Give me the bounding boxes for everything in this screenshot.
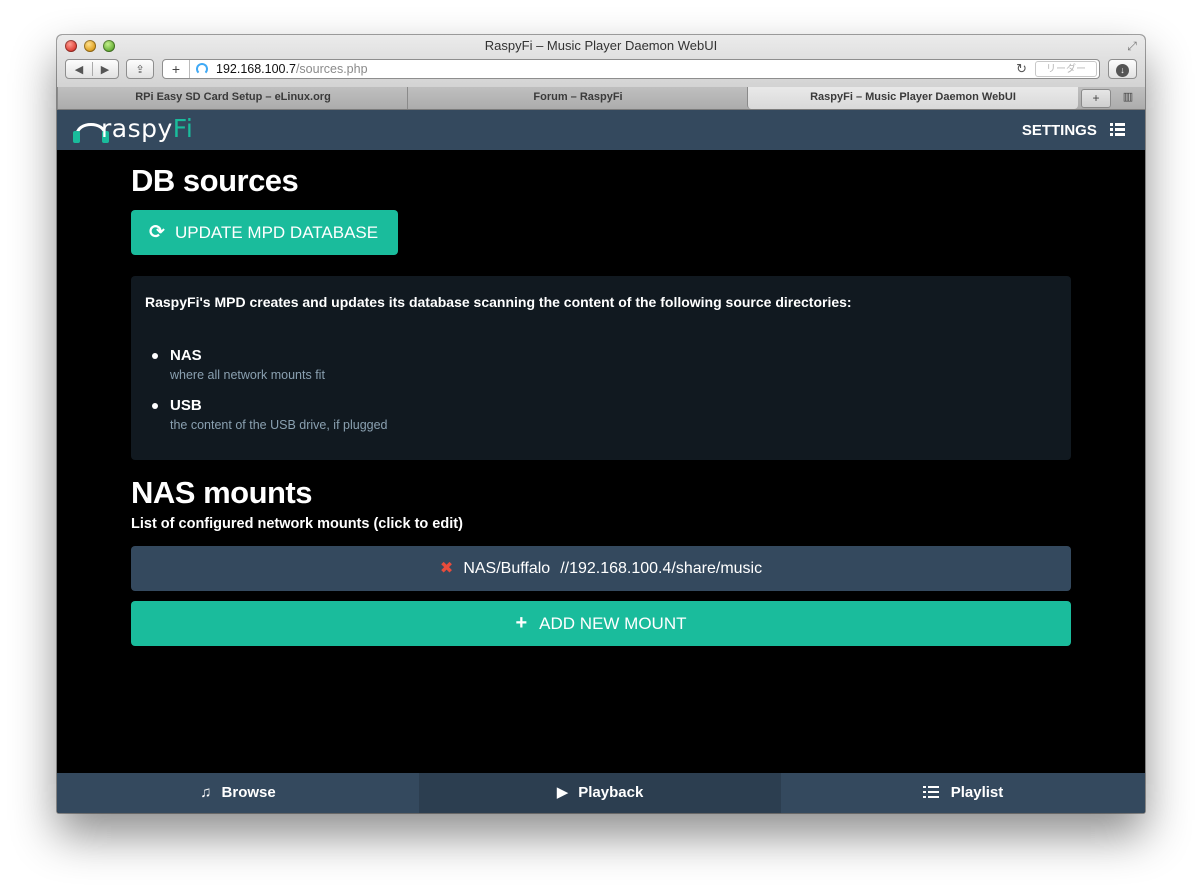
window-title: RaspyFi – Music Player Daemon WebUI bbox=[484, 38, 718, 53]
source-description: the content of the USB drive, if plugged bbox=[170, 418, 388, 432]
mount-name: NAS/Buffalo bbox=[463, 560, 551, 577]
delete-mount-icon[interactable]: ✖ bbox=[440, 560, 453, 577]
list-icon bbox=[922, 786, 939, 798]
source-name: NAS bbox=[170, 347, 202, 364]
play-icon: ▶ bbox=[556, 784, 569, 801]
footer-nav: ♫ Browse ▶ Playback Playlist bbox=[57, 773, 1145, 813]
tab-browse[interactable]: ♫ Browse bbox=[57, 773, 419, 813]
update-database-label: UPDATE MPD DATABASE bbox=[175, 223, 379, 242]
tab-overview-icon[interactable]: ▥ bbox=[1115, 89, 1141, 106]
source-item-usb: USB the content of the USB drive, if plu… bbox=[152, 397, 388, 432]
browser-tabbar: RPi Easy SD Card Setup – eLinux.org Foru… bbox=[57, 87, 1145, 110]
menu-list-icon bbox=[1110, 123, 1125, 136]
address-url[interactable]: 192.168.100.7/sources.php bbox=[216, 62, 368, 77]
source-name: USB bbox=[170, 397, 202, 414]
back-forward-group: ◀ ▶ bbox=[65, 59, 119, 79]
new-tab-button[interactable]: + bbox=[1081, 89, 1111, 108]
music-note-icon: ♫ bbox=[200, 784, 212, 801]
app-header: raspyFi SETTINGS bbox=[57, 110, 1145, 150]
tab-playback-label: Playback bbox=[578, 784, 644, 801]
info-intro-text: RaspyFi's MPD creates and updates its da… bbox=[145, 294, 852, 310]
browser-tab[interactable]: RPi Easy SD Card Setup – eLinux.org bbox=[57, 87, 408, 109]
source-item-nas: NAS where all network mounts fit bbox=[152, 347, 325, 382]
bullet-icon bbox=[152, 403, 158, 409]
settings-label: SETTINGS bbox=[1021, 122, 1097, 139]
logo-text[interactable]: raspyFi bbox=[101, 114, 193, 143]
sources-info-box: RaspyFi's MPD creates and updates its da… bbox=[131, 276, 1071, 460]
reload-icon[interactable]: ↻ bbox=[1016, 61, 1027, 77]
download-icon: ↓ bbox=[1116, 64, 1129, 77]
settings-menu-button[interactable]: SETTINGS bbox=[1022, 122, 1125, 139]
main-content: DB sources ⟳ UPDATE MPD DATABASE RaspyFi… bbox=[57, 150, 1145, 773]
tab-browse-label: Browse bbox=[221, 784, 276, 801]
address-host: 192.168.100.7 bbox=[216, 62, 296, 76]
page-title: DB sources bbox=[131, 163, 299, 198]
address-bar[interactable]: + 192.168.100.7/sources.php ↻ リーダー bbox=[162, 59, 1100, 79]
mount-path: //192.168.100.4/share/music bbox=[560, 560, 763, 577]
mount-item[interactable]: ✖ NAS/Buffalo //192.168.100.4/share/music bbox=[131, 546, 1071, 591]
plus-icon: + bbox=[515, 612, 528, 634]
tab-playlist-label: Playlist bbox=[950, 784, 1004, 801]
tab-playback[interactable]: ▶ Playback bbox=[419, 773, 781, 813]
browser-window: RaspyFi – Music Player Daemon WebUI ⤢ ◀ ▶… bbox=[57, 35, 1145, 813]
back-icon[interactable]: ◀ bbox=[66, 60, 92, 80]
downloads-button[interactable]: ↓ bbox=[1108, 59, 1137, 79]
nas-mounts-subtitle: List of configured network mounts (click… bbox=[131, 516, 463, 532]
add-bookmark-icon[interactable]: + bbox=[163, 60, 190, 78]
forward-icon[interactable]: ▶ bbox=[92, 60, 118, 80]
browser-tab-active[interactable]: RaspyFi – Music Player Daemon WebUI bbox=[747, 87, 1078, 109]
nas-mounts-title: NAS mounts bbox=[131, 475, 313, 510]
reader-button[interactable]: リーダー bbox=[1035, 61, 1097, 77]
source-description: where all network mounts fit bbox=[170, 368, 325, 382]
share-icon[interactable]: ⇪ bbox=[126, 59, 154, 79]
address-path: /sources.php bbox=[295, 62, 368, 76]
add-new-mount-label: ADD NEW MOUNT bbox=[539, 614, 687, 633]
bullet-icon bbox=[152, 353, 158, 359]
add-new-mount-button[interactable]: + ADD NEW MOUNT bbox=[131, 601, 1071, 646]
browser-tab[interactable]: Forum – RaspyFi bbox=[407, 87, 748, 109]
browser-titlebar: RaspyFi – Music Player Daemon WebUI ⤢ ◀ ▶… bbox=[57, 35, 1145, 88]
fullscreen-icon[interactable]: ⤢ bbox=[1125, 39, 1139, 53]
loading-icon bbox=[196, 63, 208, 75]
refresh-icon: ⟳ bbox=[149, 222, 165, 243]
update-database-button[interactable]: ⟳ UPDATE MPD DATABASE bbox=[131, 210, 398, 255]
tab-playlist[interactable]: Playlist bbox=[781, 773, 1145, 813]
